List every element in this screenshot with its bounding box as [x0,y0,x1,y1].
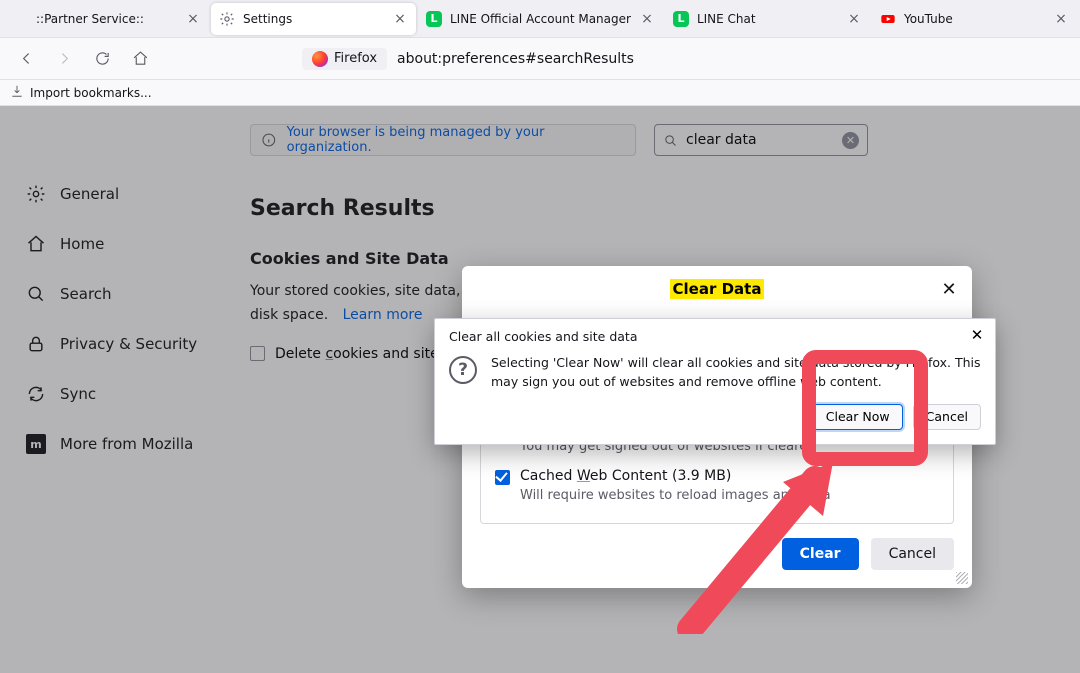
option-hint: Will require websites to reload images a… [520,488,831,503]
identity-chip[interactable]: Firefox [302,48,387,70]
gear-icon [219,11,235,27]
back-button[interactable] [10,43,42,75]
option-label: Cached Web Content (3.9 MB) [520,468,831,484]
close-icon[interactable]: ✕ [967,325,987,345]
close-icon[interactable]: × [185,11,201,27]
close-icon[interactable]: × [639,11,655,27]
tab-line-oam[interactable]: L LINE Official Account Manager × [418,3,663,35]
firefox-icon [312,51,328,67]
question-icon: ? [449,356,477,384]
option-cache[interactable]: Cached Web Content (3.9 MB) Will require… [495,468,939,503]
tab-label: YouTube [904,12,1045,26]
confirm-cancel-button[interactable]: Cancel [913,404,981,430]
reload-button[interactable] [86,43,118,75]
tab-label: LINE Official Account Manager [450,12,631,26]
blank-favicon [12,11,28,27]
close-icon[interactable]: × [846,11,862,27]
tab-settings[interactable]: Settings × [211,3,416,35]
youtube-icon [880,11,896,27]
resize-grip-icon[interactable] [956,572,968,584]
confirm-clear-dialog: Clear all cookies and site data ✕ ? Sele… [434,318,996,445]
dialog-title: Clear Data [480,280,954,298]
clear-button[interactable]: Clear [782,538,859,570]
import-bookmarks-button[interactable]: Import bookmarks... [30,86,152,100]
nav-toolbar: Firefox about:preferences#searchResults [0,38,1080,80]
cancel-button[interactable]: Cancel [871,538,954,570]
tab-label: ::Partner Service:: [36,12,177,26]
preferences-page: General Home Search Privacy & Security S… [0,106,1080,673]
url-text: about:preferences#searchResults [397,51,634,67]
confirm-title: Clear all cookies and site data [449,329,981,344]
checkbox-checked-icon [495,470,510,485]
confirm-message: Selecting 'Clear Now' will clear all coo… [491,354,981,392]
close-icon[interactable]: ✕ [938,278,960,300]
bookmarks-toolbar: Import bookmarks... [0,80,1080,106]
close-icon[interactable]: × [392,11,408,27]
import-bookmarks-icon [10,84,24,101]
identity-label: Firefox [334,51,377,66]
tab-partner-service[interactable]: ::Partner Service:: × [4,3,209,35]
home-button[interactable] [124,43,156,75]
clear-now-button[interactable]: Clear Now [813,404,903,430]
line-icon: L [673,11,689,27]
close-icon[interactable]: × [1053,11,1069,27]
tab-strip: ::Partner Service:: × Settings × L LINE … [0,0,1080,38]
tab-label: Settings [243,12,384,26]
url-bar[interactable]: Firefox about:preferences#searchResults [292,43,644,75]
forward-button[interactable] [48,43,80,75]
tab-line-chat[interactable]: L LINE Chat × [665,3,870,35]
line-icon: L [426,11,442,27]
tab-label: LINE Chat [697,12,838,26]
tab-youtube[interactable]: YouTube × [872,3,1077,35]
